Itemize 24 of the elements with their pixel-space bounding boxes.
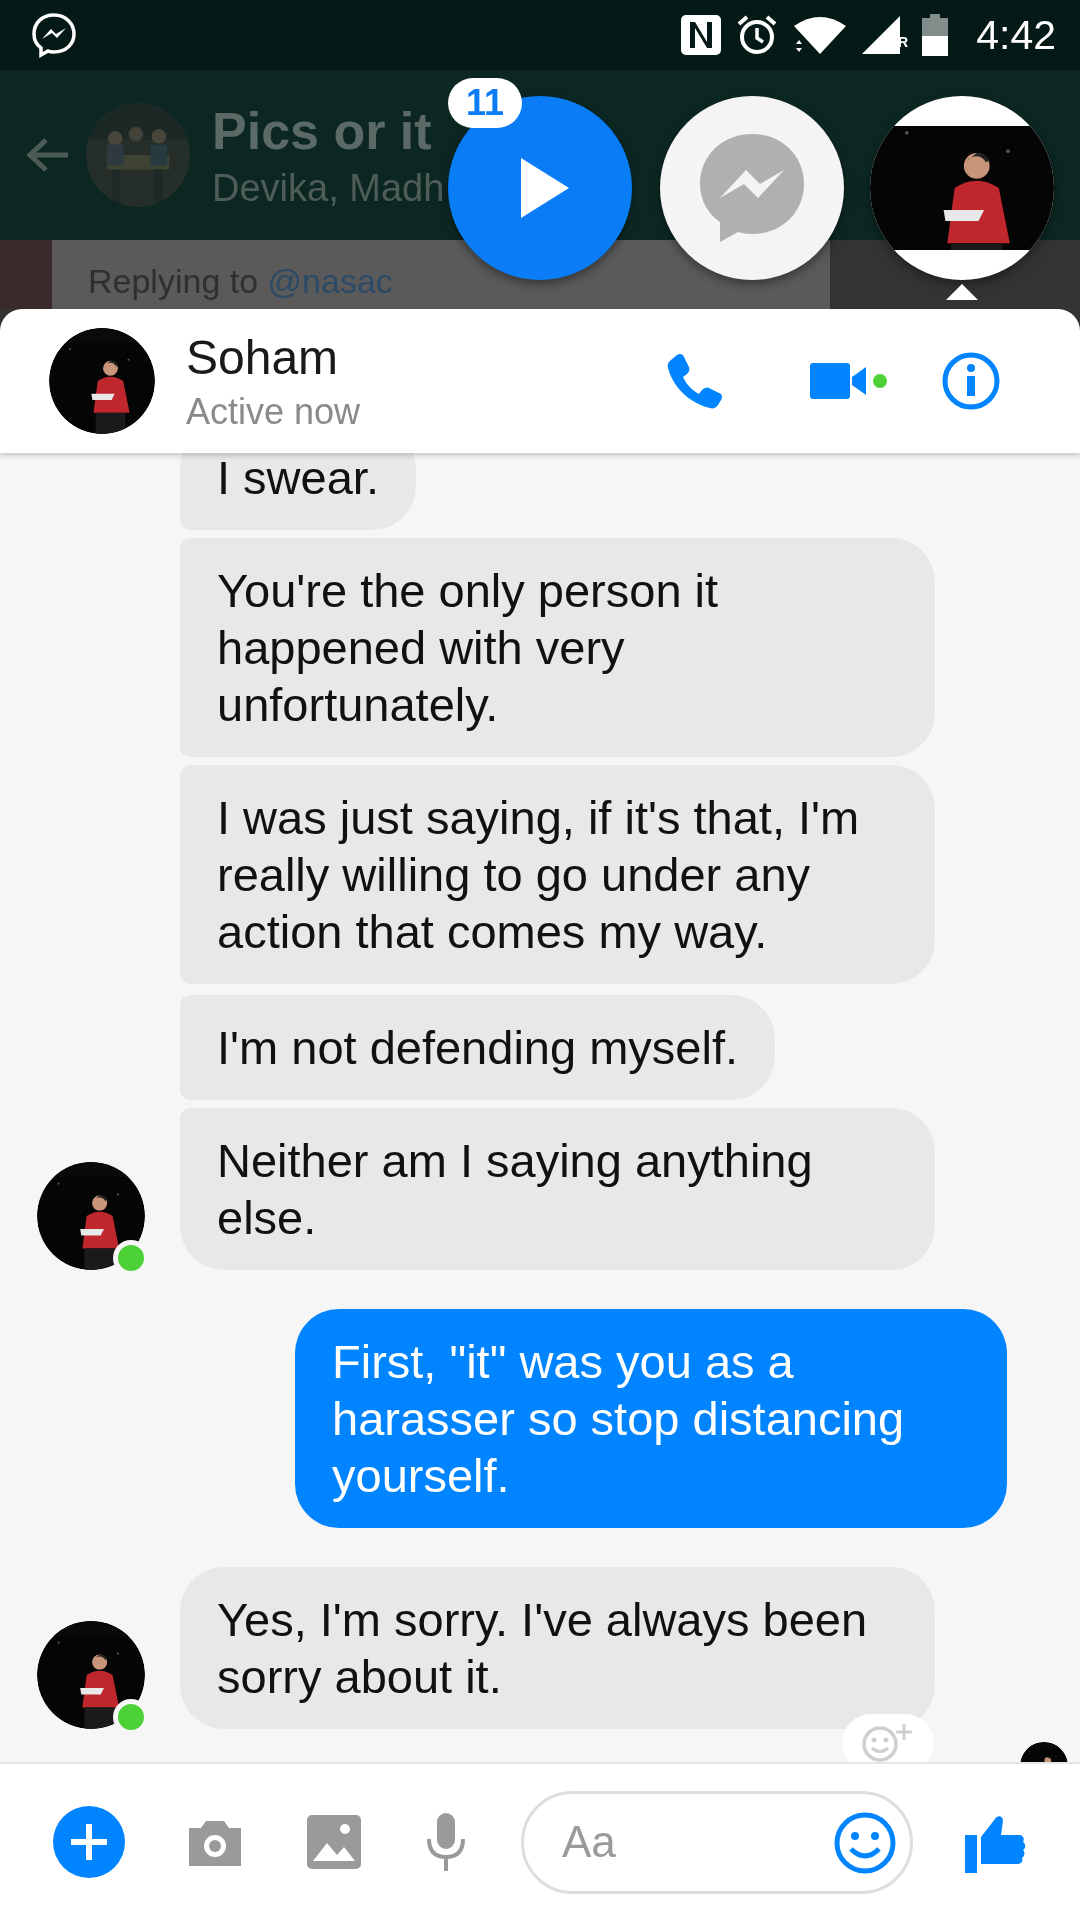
wifi-icon	[792, 14, 847, 56]
alarm-icon	[736, 14, 779, 56]
active-status: Active now	[186, 390, 362, 433]
clock-time: 4:42	[976, 11, 1056, 59]
selection-pointer	[946, 284, 978, 300]
group-title: Pics or it	[212, 100, 433, 161]
message-bubble: Neither am I saying anything else.	[180, 1108, 935, 1270]
image-icon[interactable]	[305, 1813, 363, 1871]
message-bubble: Yes, I'm sorry. I've always been sorry about it.	[180, 1567, 935, 1729]
emoji-icon[interactable]	[833, 1810, 897, 1875]
message-field[interactable]: Aa	[521, 1790, 913, 1894]
play-icon	[521, 158, 569, 218]
add-button[interactable]	[53, 1806, 125, 1878]
nfc-icon	[680, 14, 723, 56]
info-icon[interactable]	[941, 351, 1001, 411]
contact-name: Soham	[186, 329, 340, 385]
battery-icon	[922, 14, 949, 56]
message-bubble: First, "it" was you as a harasser so stop distancing yourself.	[295, 1309, 1007, 1528]
group-members: Devika, Madh	[212, 166, 445, 210]
message-bubble: I was just saying, if it's that, I'm really willing to go under any action that comes my way.	[180, 765, 935, 984]
messenger-icon[interactable]	[30, 11, 78, 59]
message-bubble: You're the only person it happened with very unfortunately.	[180, 538, 935, 757]
message-bubble: I'm not defending myself.	[180, 995, 776, 1100]
message-bubble: I swear.	[180, 453, 416, 530]
